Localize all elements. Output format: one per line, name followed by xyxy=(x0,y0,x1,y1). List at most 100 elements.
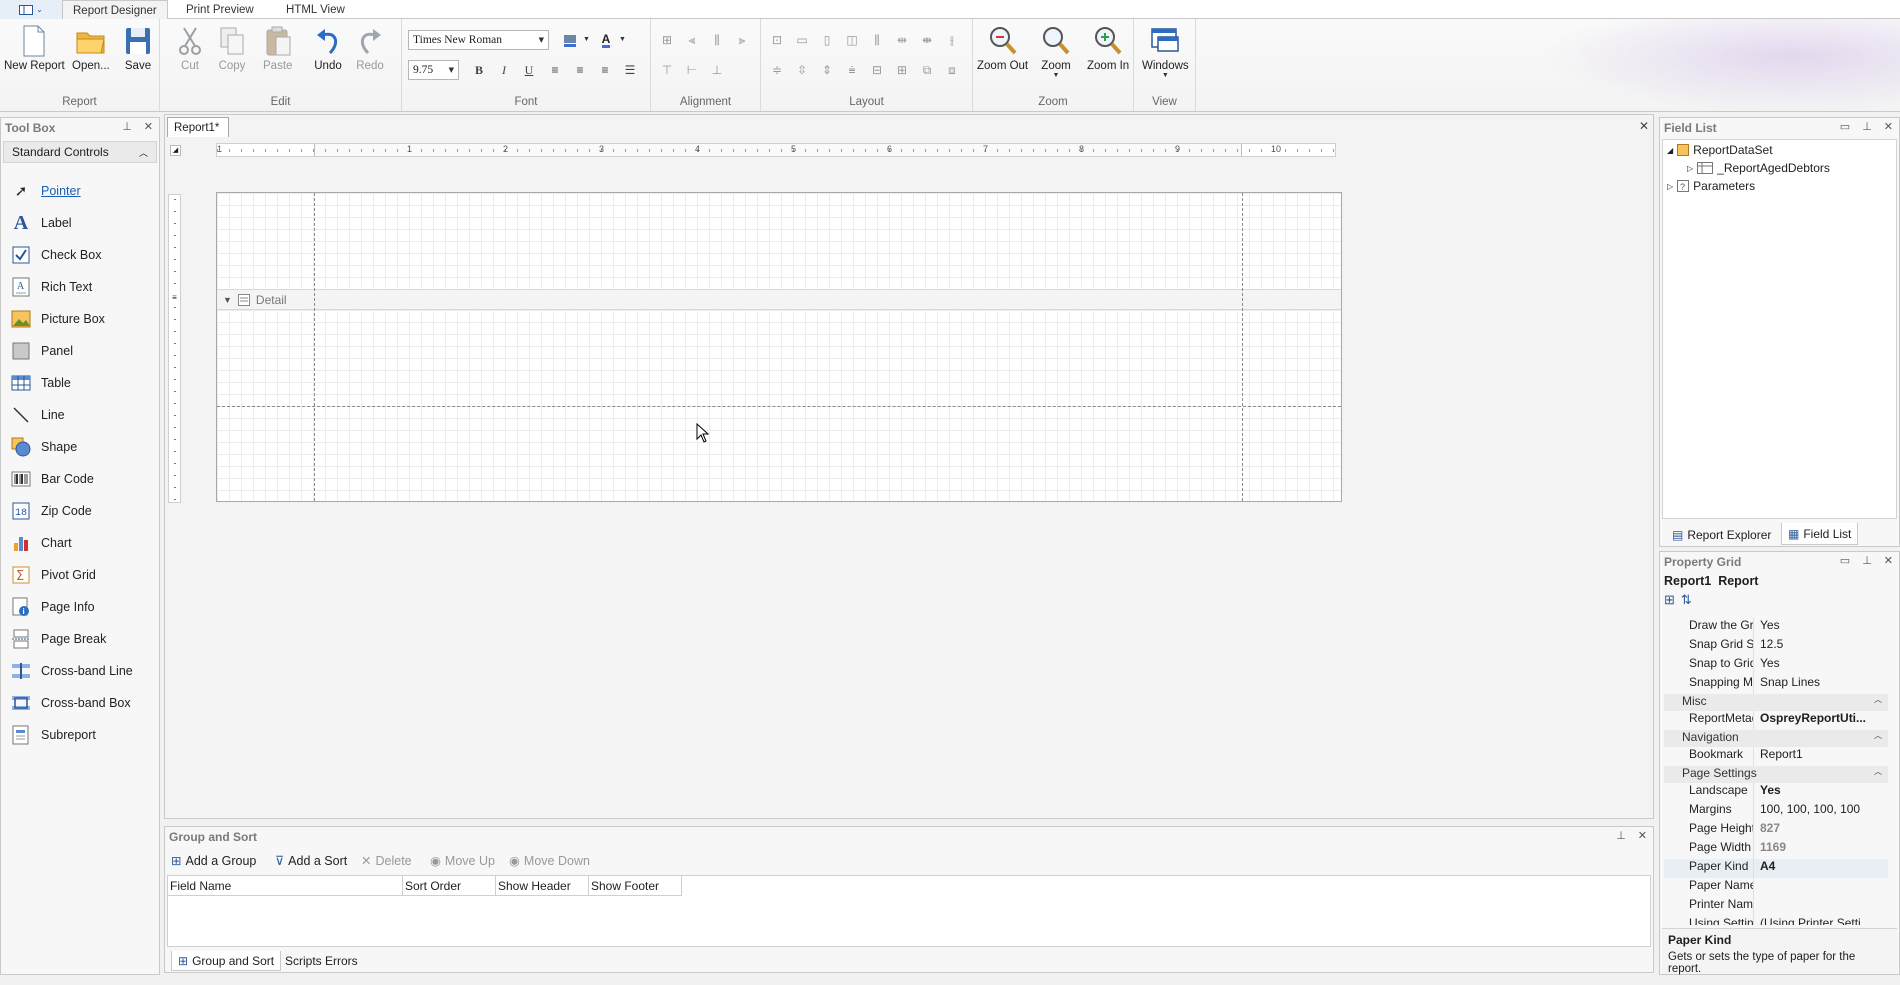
collapse-arrow-icon[interactable]: ▷ xyxy=(1667,182,1673,191)
selected-object-label[interactable]: Report1 Report xyxy=(1664,574,1758,588)
toolbox-item-cross-band-line[interactable]: Cross-band Line xyxy=(11,659,133,683)
property-category-misc[interactable]: Misc ︿ xyxy=(1664,694,1888,711)
maximize-icon[interactable]: ▭ xyxy=(1840,120,1850,133)
tab-field-list[interactable]: ▦ Field List xyxy=(1781,523,1859,545)
bold-button[interactable]: B xyxy=(469,61,489,79)
close-document-icon[interactable]: ✕ xyxy=(1639,119,1649,133)
pin-icon[interactable]: ⊥ xyxy=(1616,829,1626,842)
detail-band-header[interactable]: ▼ Detail xyxy=(217,289,1341,310)
tab-report-designer[interactable]: Report Designer xyxy=(62,0,168,20)
sort-alphabetical-icon[interactable]: ⇅ xyxy=(1681,592,1692,608)
property-row[interactable]: Page Width 1169 xyxy=(1664,840,1888,859)
v-spacing-decrease-button[interactable]: ⇕ xyxy=(817,61,837,79)
v-spacing-increase-button[interactable]: ⇳ xyxy=(792,61,812,79)
align-right-button[interactable]: ≡ xyxy=(595,61,615,79)
toolbox-item-picture-box[interactable]: Picture Box xyxy=(11,307,105,331)
close-icon[interactable]: ✕ xyxy=(144,120,153,133)
toolbox-item-chart[interactable]: Chart xyxy=(11,531,72,555)
property-row[interactable]: Page Height 827 xyxy=(1664,821,1888,840)
windows-button[interactable]: Windows ▼ xyxy=(1142,25,1189,79)
align-middles-button[interactable]: ⊢ xyxy=(682,61,702,79)
collapse-arrow-icon[interactable]: ▷ xyxy=(1687,164,1693,173)
property-row[interactable]: Draw the GridYes xyxy=(1664,618,1888,637)
zoom-button[interactable]: Zoom ▼ xyxy=(1040,25,1072,79)
italic-button[interactable]: I xyxy=(494,61,514,79)
toolbox-section-header[interactable]: Standard Controls ︿ xyxy=(3,141,157,163)
align-lefts-button[interactable]: ⫷ xyxy=(682,31,702,49)
zoom-out-button[interactable]: Zoom Out xyxy=(977,25,1028,72)
h-spacing-increase-button[interactable]: ⇹ xyxy=(892,31,912,49)
property-row[interactable]: Margins 100, 100, 100, 100 xyxy=(1664,802,1888,821)
v-spacing-remove-button[interactable]: ⩧ xyxy=(842,61,862,79)
close-icon[interactable]: ✕ xyxy=(1884,120,1893,133)
toolbox-item-cross-band-box[interactable]: Cross-band Box xyxy=(11,691,131,715)
ruler-corner-icon[interactable]: ◢ xyxy=(170,145,181,156)
make-same-size-button[interactable]: ◫ xyxy=(842,31,862,49)
send-to-back-button[interactable]: ⧈ xyxy=(942,61,962,79)
justify-button[interactable]: ☰ xyxy=(620,61,640,79)
property-row[interactable]: Paper Name xyxy=(1664,878,1888,897)
make-same-width-button[interactable]: ▭ xyxy=(792,31,812,49)
property-category-navigation[interactable]: Navigation ︿ xyxy=(1664,730,1888,747)
delete-button[interactable]: ✕ Delete xyxy=(361,853,412,869)
document-tab-report1[interactable]: Report1* xyxy=(167,117,229,137)
save-button[interactable]: Save xyxy=(124,25,152,72)
report-page-surface[interactable]: ▼ Detail xyxy=(216,192,1342,502)
toolbox-item-page-info[interactable]: i Page Info xyxy=(11,595,95,619)
collapse-triangle-icon[interactable]: ▼ xyxy=(223,295,232,305)
toolbox-item-rich-text[interactable]: A Rich Text xyxy=(11,275,92,299)
tab-group-and-sort[interactable]: ⊞ Group and Sort xyxy=(171,951,282,971)
size-to-grid-button[interactable]: ⊡ xyxy=(767,31,787,49)
column-sort-order[interactable]: Sort Order xyxy=(403,876,496,896)
dropdown-arrow-icon[interactable]: ▼ xyxy=(619,36,626,43)
align-rights-button[interactable]: ⫸ xyxy=(732,31,752,49)
close-icon[interactable]: ✕ xyxy=(1638,829,1647,842)
column-field-name[interactable]: Field Name xyxy=(168,876,403,896)
tree-node-report-aged-debtors[interactable]: ▷ _ReportAgedDebtors xyxy=(1687,161,1830,175)
copy-button[interactable]: Copy xyxy=(218,25,246,72)
paste-button[interactable]: Paste xyxy=(263,25,292,72)
redo-button[interactable]: Redo xyxy=(356,25,384,72)
toolbox-item-subreport[interactable]: Subreport xyxy=(11,723,96,747)
property-row[interactable]: Snap Grid Size12.5 xyxy=(1664,637,1888,656)
tab-html-view[interactable]: HTML View xyxy=(276,0,355,19)
toolbox-item-page-break[interactable]: Page Break xyxy=(11,627,106,651)
tree-node-parameters[interactable]: ▷ ? Parameters xyxy=(1667,179,1755,193)
align-to-grid-button[interactable]: ⊞ xyxy=(657,31,677,49)
expand-arrow-icon[interactable]: ◢ xyxy=(1667,146,1673,155)
toolbox-item-label[interactable]: A Label xyxy=(11,211,72,235)
h-spacing-equal-button[interactable]: ⫼ xyxy=(867,31,887,49)
new-report-button[interactable]: New Report xyxy=(4,25,65,72)
toolbox-item-pivot-grid[interactable]: Σ Pivot Grid xyxy=(11,563,96,587)
toolbox-item-table[interactable]: Table xyxy=(11,371,71,395)
font-color-button[interactable]: A xyxy=(596,31,616,49)
property-row[interactable]: ReportMetadatOspreyReportUti... xyxy=(1664,711,1888,730)
tab-print-preview[interactable]: Print Preview xyxy=(176,0,264,19)
column-show-footer[interactable]: Show Footer xyxy=(589,876,682,896)
zoom-in-button[interactable]: Zoom In xyxy=(1087,25,1129,72)
toolbox-item-panel[interactable]: Panel xyxy=(11,339,73,363)
toolbox-item-bar-code[interactable]: Bar Code xyxy=(11,467,94,491)
toolbox-item-shape[interactable]: Shape xyxy=(11,435,77,459)
cut-button[interactable]: Cut xyxy=(176,25,204,72)
tab-scripts-errors[interactable]: Scripts Errors xyxy=(279,951,364,971)
band-top-margin[interactable] xyxy=(217,193,1341,289)
highlight-color-button[interactable] xyxy=(560,31,580,49)
toolbox-item-check-box[interactable]: Check Box xyxy=(11,243,101,267)
property-row[interactable]: Snapping ModeSnap Lines xyxy=(1664,675,1888,694)
toolbox-item-zip-code[interactable]: 18 Zip Code xyxy=(11,499,92,523)
categorized-icon[interactable]: ⊞ xyxy=(1664,592,1675,608)
undo-button[interactable]: Undo xyxy=(314,25,342,72)
property-row[interactable]: Landscape Yes xyxy=(1664,783,1888,802)
bring-to-front-button[interactable]: ⧉ xyxy=(917,61,937,79)
v-spacing-equal-button[interactable]: ≑ xyxy=(767,61,787,79)
pin-icon[interactable]: ⊥ xyxy=(1862,120,1872,133)
column-show-header[interactable]: Show Header xyxy=(496,876,589,896)
open-button[interactable]: Open... xyxy=(72,25,110,72)
tab-report-explorer[interactable]: ▤ Report Explorer xyxy=(1668,524,1775,546)
property-row[interactable]: Snap to Grid Yes xyxy=(1664,656,1888,675)
property-row[interactable]: Bookmark Report1 xyxy=(1664,747,1888,766)
band-collapse-icon[interactable]: ≡ xyxy=(170,293,179,303)
toolbox-item-line[interactable]: Line xyxy=(11,403,65,427)
pin-icon[interactable]: ⊥ xyxy=(122,120,132,133)
